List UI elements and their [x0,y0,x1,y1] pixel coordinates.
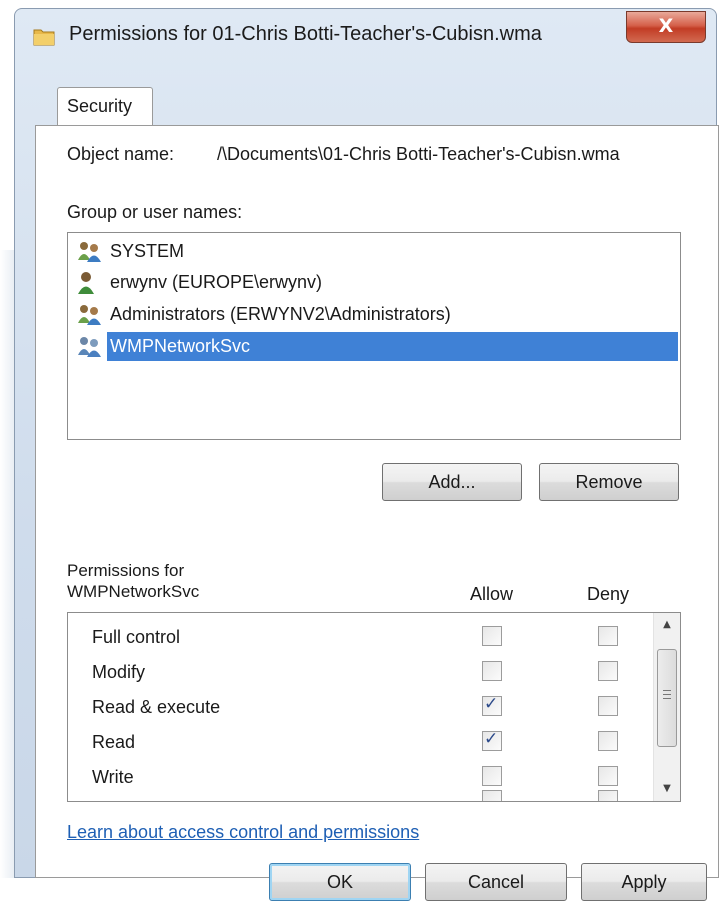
group-user-list[interactable]: SYSTEM erwynv (EUROPE\erwynv) Administra… [67,232,681,440]
partial-row [68,783,648,801]
cancel-button[interactable]: Cancel [425,863,567,901]
deny-column-header: Deny [587,584,630,604]
close-button[interactable]: X [626,11,706,43]
grip-icon [663,690,671,691]
users-group-icon [78,337,101,357]
checkmark-icon: ✓ [484,694,499,714]
permissions-label-line1: Permissions for [67,561,185,580]
permissions-label-line2: WMPNetworkSvc [67,582,200,601]
folder-icon [33,29,55,46]
tab-security[interactable]: Security [57,87,153,125]
ok-button[interactable]: OK [269,863,411,901]
background-edge [0,250,14,878]
permissions-dialog: Permissions for 01-Chris Botti-Teacher's… [14,8,719,901]
users-group-icon [78,305,101,325]
list-item[interactable]: Administrators (ERWYNV2\Administrators) [76,300,676,330]
checkmark-icon: ✓ [484,729,499,749]
allow-checkbox[interactable]: ✓ [482,729,502,751]
permission-row: Read ✓ [68,724,648,758]
permissions-for-label: Permissions for WMPNetworkSvc [67,560,199,602]
permission-label: Read [92,732,136,752]
allow-checkbox[interactable] [482,661,502,681]
remove-button[interactable]: Remove [539,463,679,501]
allow-checkbox[interactable]: ✓ [482,694,502,716]
title-bar: Permissions for 01-Chris Botti-Teacher's… [15,9,716,57]
users-group-icon [78,242,101,262]
list-item[interactable]: erwynv (EUROPE\erwynv) [76,268,676,298]
close-icon: X [658,15,674,37]
window-title: Permissions for 01-Chris Botti-Teacher's… [69,23,542,45]
permissions-list: Full control Modify Read & execute ✓ Read ✓ Wr… [67,612,681,802]
user-name: SYSTEM [110,241,185,261]
permission-row: Read & execute ✓ [68,689,648,723]
scroll-up-icon[interactable]: ▲ [654,613,680,637]
permission-label: Modify [92,662,146,682]
permission-row: Modify [68,654,648,688]
scroll-down-icon[interactable]: ▼ [654,777,680,801]
list-item-selected[interactable]: WMPNetworkSvc [76,332,678,362]
scrollbar[interactable]: ▲ ▼ [653,613,680,801]
user-name: WMPNetworkSvc [107,332,678,361]
learn-more-link[interactable]: Learn about access control and permissio… [67,822,419,843]
deny-checkbox[interactable] [598,731,618,751]
object-name-label: Object name: [67,144,175,164]
list-item[interactable]: SYSTEM [76,237,676,267]
allow-column-header: Allow [470,584,514,604]
scrollbar-thumb[interactable] [657,649,677,747]
allow-checkbox[interactable] [482,790,502,801]
group-user-names-label: Group or user names: [67,202,243,222]
permission-row: Full control [68,619,648,653]
apply-button[interactable]: Apply [581,863,707,901]
permission-label: Full control [92,627,181,647]
allow-checkbox[interactable] [482,626,502,646]
add-button[interactable]: Add... [382,463,522,501]
deny-checkbox[interactable] [598,626,618,646]
deny-checkbox[interactable] [598,790,618,801]
user-name: Administrators (ERWYNV2\Administrators) [110,304,451,324]
deny-checkbox[interactable] [598,661,618,681]
tab-container: Security Object name: /\Documents\01-Chr… [25,61,719,901]
object-name-value: /\Documents\01-Chris Botti-Teacher's-Cub… [217,144,620,164]
tab-security-label: Security [67,96,133,116]
user-name: erwynv (EUROPE\erwynv) [110,272,323,292]
deny-checkbox[interactable] [598,696,618,716]
permission-label: Read & execute [92,697,221,717]
user-icon [78,272,94,294]
